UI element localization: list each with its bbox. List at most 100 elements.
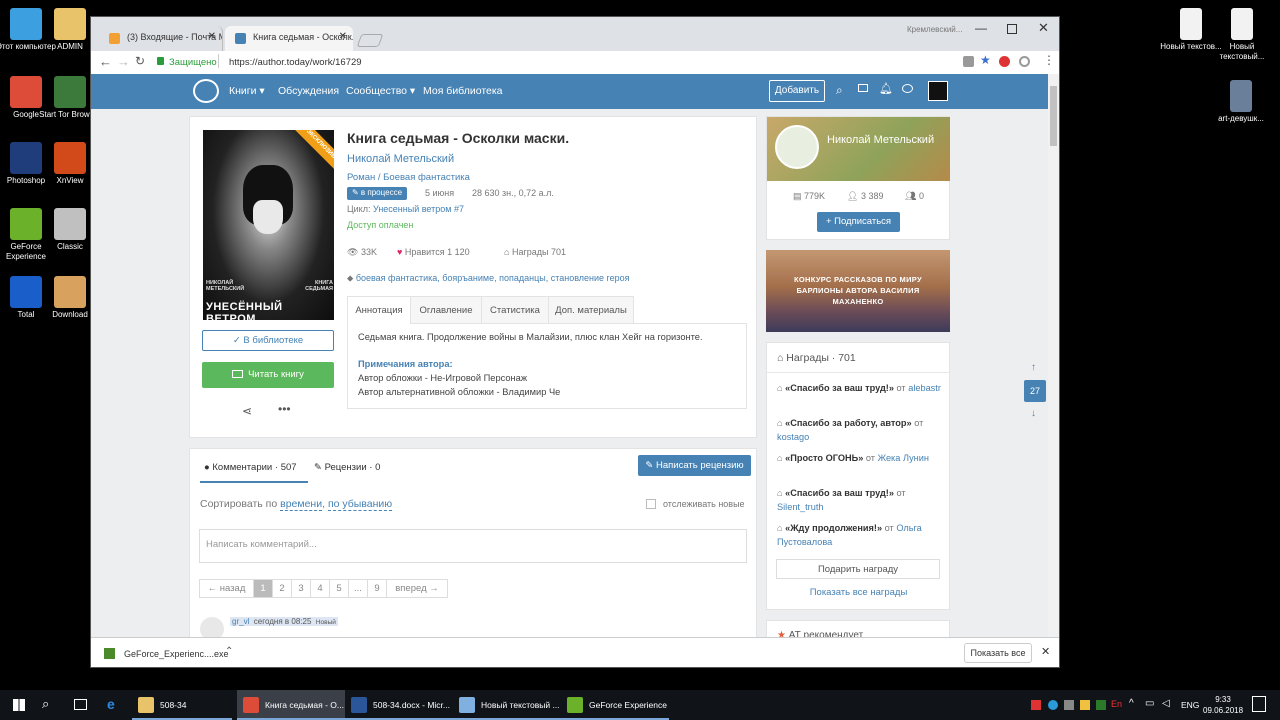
- track-checkbox[interactable]: [646, 499, 656, 509]
- tab-annotation[interactable]: Аннотация: [347, 296, 411, 324]
- page-link[interactable]: 2: [272, 579, 292, 598]
- read-book-button[interactable]: Читать книгу: [202, 362, 334, 388]
- desktop-icon[interactable]: art-девушк...: [1208, 80, 1274, 124]
- tray-icon[interactable]: [1064, 700, 1074, 710]
- volume-icon[interactable]: ◁: [1162, 698, 1170, 709]
- comments-tab[interactable]: ● Комментарии · 507: [204, 462, 297, 473]
- cycle-link[interactable]: Унесенный ветром #7: [373, 204, 464, 214]
- tray-icon[interactable]: [1080, 700, 1090, 710]
- comment-input[interactable]: Написать комментарий...: [199, 529, 747, 563]
- scrollbar-thumb[interactable]: [1050, 86, 1057, 146]
- tab-statistics[interactable]: Статистика: [481, 296, 549, 324]
- close-window-button[interactable]: ✕: [1038, 20, 1049, 36]
- bookmark-star-icon[interactable]: ★: [980, 53, 991, 67]
- page-link[interactable]: ← назад: [199, 579, 254, 598]
- desktop-icon[interactable]: Новый текстовый...: [1209, 8, 1275, 62]
- chat-icon[interactable]: [902, 84, 913, 93]
- network-icon[interactable]: ▭: [1145, 698, 1154, 709]
- nav-my-library[interactable]: Моя библиотека: [423, 85, 503, 97]
- minimize-button[interactable]: —: [975, 21, 987, 35]
- nav-community[interactable]: Сообщество ▾: [346, 85, 415, 97]
- edge-icon[interactable]: e: [107, 696, 115, 712]
- share-icon[interactable]: ⋖: [242, 404, 252, 418]
- language-indicator[interactable]: ENG: [1181, 700, 1199, 710]
- adblock-icon[interactable]: [999, 56, 1010, 67]
- award-user-link[interactable]: Жека Лунин: [878, 453, 929, 463]
- book-genres[interactable]: Роман / Боевая фантастика: [347, 172, 470, 183]
- extension-2-icon[interactable]: [1019, 56, 1030, 67]
- download-file[interactable]: GeForce_Experienc....exe: [124, 649, 229, 659]
- nav-discussions[interactable]: Обсуждения: [278, 85, 339, 97]
- likes-stat[interactable]: ♥ Нравится 1 120: [397, 247, 470, 257]
- chevron-up-icon[interactable]: ⌃: [225, 646, 233, 657]
- new-tab-button[interactable]: [356, 34, 384, 47]
- task-view-icon[interactable]: [74, 699, 87, 710]
- url-box[interactable]: Защищено https://author.today/work/16729: [151, 53, 1011, 73]
- show-all-awards-link[interactable]: Показать все награды: [767, 587, 950, 598]
- clock[interactable]: 9:33 09.06.2018: [1203, 694, 1243, 716]
- book-size: 28 630 зн., 0,72 а.л.: [472, 188, 554, 198]
- close-download-bar-icon[interactable]: ✕: [1041, 645, 1050, 658]
- close-tab-icon[interactable]: ✕: [208, 31, 216, 42]
- page-link[interactable]: 9: [367, 579, 387, 598]
- taskbar-item[interactable]: 508-34.docx - Micr...: [345, 690, 453, 720]
- book-author-link[interactable]: Николай Метельский: [347, 153, 454, 165]
- page-link[interactable]: 3: [291, 579, 311, 598]
- close-tab-icon[interactable]: ✕: [339, 31, 347, 42]
- maximize-button[interactable]: [1007, 24, 1017, 34]
- forward-arrow-icon[interactable]: →: [117, 54, 130, 69]
- more-dots-icon[interactable]: •••: [278, 402, 291, 416]
- reviews-tab[interactable]: ✎ Рецензии · 0: [314, 462, 380, 473]
- taskbar-item[interactable]: Новый текстовый ...: [453, 690, 561, 720]
- tab-mail[interactable]: (3) Входящие - Почта M... ✕: [99, 26, 223, 51]
- extension-icon[interactable]: [963, 56, 974, 67]
- mail-icon[interactable]: [858, 84, 868, 92]
- profile-name[interactable]: Кремлевский...: [907, 25, 962, 34]
- tray-icon[interactable]: [1096, 700, 1106, 710]
- reload-icon[interactable]: ↻: [135, 54, 145, 68]
- write-review-button[interactable]: ✎ Написать рецензию: [638, 455, 751, 476]
- tab-extra[interactable]: Доп. материалы: [548, 296, 634, 324]
- telegram-icon[interactable]: [1048, 700, 1058, 710]
- tab-contents[interactable]: Оглавление: [410, 296, 482, 324]
- give-award-button[interactable]: Подарить награду: [776, 559, 940, 579]
- author-avatar[interactable]: [775, 125, 819, 169]
- page-link[interactable]: 1: [253, 579, 273, 598]
- scroll-up-arrow-icon[interactable]: ↑: [1031, 362, 1036, 373]
- bell-icon[interactable]: 🔔︎: [879, 82, 893, 95]
- in-library-button[interactable]: ✓ В библиотеке: [202, 330, 334, 351]
- search-icon[interactable]: ⌕: [836, 83, 843, 98]
- subscribe-button[interactable]: + Подписаться: [817, 212, 900, 232]
- taskbar-item[interactable]: Книга седьмая - О...: [237, 690, 345, 720]
- site-logo-icon[interactable]: [193, 79, 219, 103]
- windows-start-icon[interactable]: [13, 699, 25, 711]
- award-user-link[interactable]: Silent_truth: [777, 502, 823, 512]
- taskbar-item[interactable]: GeForce Experience: [561, 690, 669, 720]
- page-link[interactable]: вперед →: [386, 579, 448, 598]
- book-cover[interactable]: ЭКСКЛЮЗИВ НИКОЛАЙ МЕТЕЛЬСКИЙ КНИГА СЕДЬМ…: [203, 130, 334, 320]
- contest-banner[interactable]: КОНКУРС РАССКАЗОВ ПО МИРУ БАРЛИОНЫ АВТОР…: [766, 250, 950, 332]
- scrollbar[interactable]: [1048, 74, 1059, 653]
- back-arrow-icon[interactable]: ←: [99, 54, 112, 69]
- taskbar-item[interactable]: 508-34: [132, 690, 232, 720]
- author-name[interactable]: Николай Метельский: [827, 132, 937, 149]
- page-link[interactable]: 5: [329, 579, 349, 598]
- scroll-down-arrow-icon[interactable]: ↓: [1031, 408, 1036, 419]
- scroll-counter[interactable]: 27: [1024, 380, 1046, 402]
- add-button[interactable]: Добавить: [769, 80, 825, 102]
- tab-book[interactable]: Книга седьмая - Осколк... ✕: [225, 26, 353, 51]
- user-avatar[interactable]: [928, 81, 948, 101]
- show-all-downloads-button[interactable]: Показать все: [964, 643, 1032, 663]
- page-link[interactable]: ...: [348, 579, 368, 598]
- award-user-link[interactable]: kostago: [777, 432, 809, 442]
- tray-icon[interactable]: [1031, 700, 1041, 710]
- awards-card: ⌂ Награды · 701 ⌂ «Спасибо за ваш труд!»…: [766, 342, 950, 610]
- menu-dots-icon[interactable]: ⋮: [1043, 53, 1055, 67]
- award-user-link[interactable]: alebastr: [908, 383, 941, 393]
- notifications-icon[interactable]: [1252, 696, 1266, 712]
- chevron-up-icon[interactable]: ^: [1129, 698, 1134, 709]
- page-link[interactable]: 4: [310, 579, 330, 598]
- nav-books[interactable]: Книги ▾: [229, 85, 265, 97]
- punto-switcher-icon[interactable]: En: [1111, 699, 1122, 709]
- search-icon[interactable]: ⌕: [42, 696, 49, 712]
